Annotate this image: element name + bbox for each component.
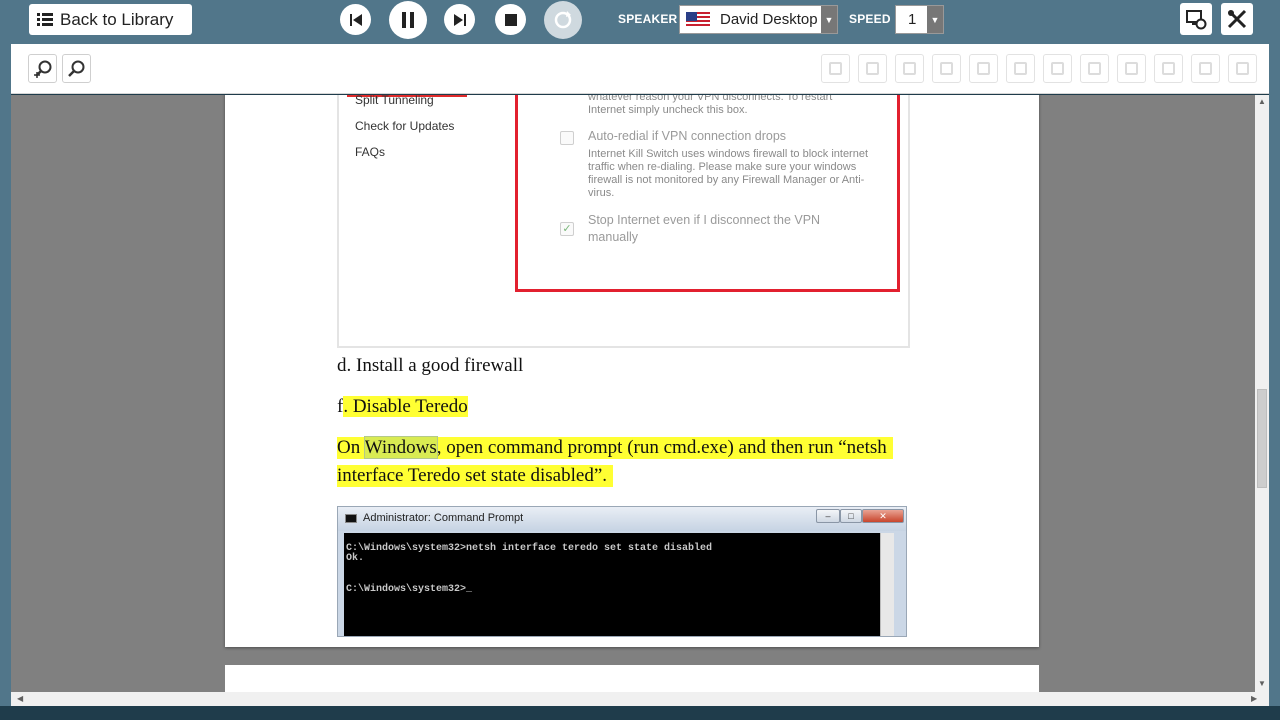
bottom-frame	[0, 706, 1280, 720]
cmd-title: Administrator: Command Prompt	[363, 512, 524, 524]
auto-redial-checkbox	[560, 131, 574, 145]
skip-forward-icon	[453, 13, 466, 26]
list-icon	[37, 12, 53, 27]
paragraph-line-1: On Windows, open command prompt (run cmd…	[337, 436, 893, 459]
vertical-scrollbar[interactable]: ▲ ▼	[1255, 95, 1269, 692]
speaker-label: SPEAKER	[618, 12, 678, 26]
side-link-faqs: FAQs	[355, 145, 386, 159]
speed-select[interactable]: 1 ▼	[895, 5, 944, 34]
cmd-line-1: C:\Windows\system32>netsh interface tere…	[346, 543, 713, 554]
maximize-icon: □	[840, 509, 862, 523]
cmd-line-2: Ok.	[346, 553, 365, 564]
para-line1-rest: , open command prompt (run cmd.exe) and …	[436, 437, 887, 458]
back-to-library-button[interactable]: Back to Library	[29, 4, 192, 35]
zoom-out-button[interactable]	[62, 54, 91, 83]
pause-icon	[402, 12, 414, 28]
line-disable-teredo: f. Disable Teredo	[337, 396, 468, 418]
highlight-icon[interactable]	[1080, 54, 1109, 83]
document-viewport[interactable]: Split Tunneling Check for Updates FAQs w…	[11, 95, 1255, 692]
line-f-highlight: . Disable Teredo	[343, 396, 468, 417]
spell-check-icon[interactable]	[1043, 54, 1072, 83]
vpn-settings-screenshot: Split Tunneling Check for Updates FAQs w…	[337, 95, 910, 348]
back-to-library-label: Back to Library	[60, 9, 174, 29]
scroll-up-icon[interactable]: ▲	[1258, 97, 1266, 106]
skip-back-button[interactable]	[340, 4, 371, 35]
paste-icon[interactable]	[932, 54, 961, 83]
checkmark-icon[interactable]	[1191, 54, 1220, 83]
cmd-scrollbar	[880, 533, 894, 636]
zoom-in-icon	[33, 60, 51, 78]
horizontal-scrollbar[interactable]: ◀ ▶	[11, 692, 1269, 706]
scroll-left-icon[interactable]: ◀	[17, 694, 23, 703]
cmd-title-bar: Administrator: Command Prompt – □ ✕	[338, 507, 906, 531]
cmd-window-icon	[345, 514, 357, 523]
top-toolbar: Back to Library SPEAKER David Desktop ▼ …	[0, 0, 1280, 44]
cmd-console: C:\Windows\system32>netsh interface tere…	[344, 533, 888, 636]
monitor-settings-icon	[1186, 10, 1207, 30]
skip-back-icon	[349, 13, 362, 26]
repeat-button[interactable]	[544, 1, 582, 39]
line-install-firewall: d. Install a good firewall	[337, 355, 524, 376]
skip-forward-button[interactable]	[444, 4, 475, 35]
left-frame	[0, 44, 11, 706]
speaker-select[interactable]: David Desktop ▼	[679, 5, 838, 34]
undo-icon[interactable]	[969, 54, 998, 83]
edit-toolbar	[11, 44, 1269, 94]
auto-redial-description: Internet Kill Switch uses windows firewa…	[588, 148, 869, 199]
stop-internet-checkbox: ✓	[560, 222, 574, 236]
auto-redial-title: Auto-redial if VPN connection drops	[588, 129, 787, 143]
zoom-in-button[interactable]	[28, 54, 57, 83]
command-prompt-screenshot: Administrator: Command Prompt – □ ✕ C:\W…	[337, 506, 907, 637]
minimize-icon: –	[816, 509, 840, 523]
stop-button[interactable]	[495, 4, 526, 35]
screen-settings-button[interactable]	[1180, 3, 1212, 35]
copy-icon[interactable]	[858, 54, 887, 83]
bookmark-icon[interactable]	[1117, 54, 1146, 83]
highlight-frame: whatever reason your VPN disconnects. To…	[515, 95, 900, 292]
stop-icon	[504, 13, 517, 26]
pause-button[interactable]	[389, 1, 427, 39]
side-link-check-updates: Check for Updates	[355, 119, 455, 133]
tools-icon	[1227, 9, 1247, 29]
paragraph-line-2: interface Teredo set state disabled”.	[337, 465, 613, 487]
close-icon: ✕	[862, 509, 904, 523]
para-on: On	[337, 437, 365, 458]
next-document-page	[225, 665, 1039, 692]
scroll-right-icon[interactable]: ▶	[1251, 694, 1257, 703]
speed-value: 1	[908, 11, 917, 28]
right-frame	[1269, 44, 1280, 706]
speaker-value: David Desktop	[720, 11, 818, 28]
zoom-out-icon	[67, 60, 84, 77]
scroll-down-icon[interactable]: ▼	[1258, 679, 1266, 688]
save-icon[interactable]	[821, 54, 850, 83]
trash-icon[interactable]	[1228, 54, 1257, 83]
tools-button[interactable]	[1221, 3, 1253, 35]
speed-label: SPEED	[849, 12, 891, 26]
current-word-highlight: Windows	[363, 436, 438, 459]
option-description: whatever reason your VPN disconnects. To…	[588, 95, 833, 116]
search-icon[interactable]	[1006, 54, 1035, 83]
us-flag-icon	[686, 11, 710, 28]
cmd-line-3: C:\Windows\system32>_	[346, 584, 473, 595]
document-page: Split Tunneling Check for Updates FAQs w…	[225, 95, 1039, 647]
side-link-split-tunneling: Split Tunneling	[355, 95, 434, 107]
cut-icon[interactable]	[895, 54, 924, 83]
chevron-down-icon: ▼	[821, 6, 837, 33]
vertical-scroll-thumb[interactable]	[1257, 389, 1267, 488]
repeat-icon	[554, 11, 572, 29]
clear-format-icon[interactable]	[1154, 54, 1183, 83]
chevron-down-icon: ▼	[927, 6, 943, 33]
stop-internet-title: Stop Internet even if I disconnect the V…	[588, 213, 821, 244]
